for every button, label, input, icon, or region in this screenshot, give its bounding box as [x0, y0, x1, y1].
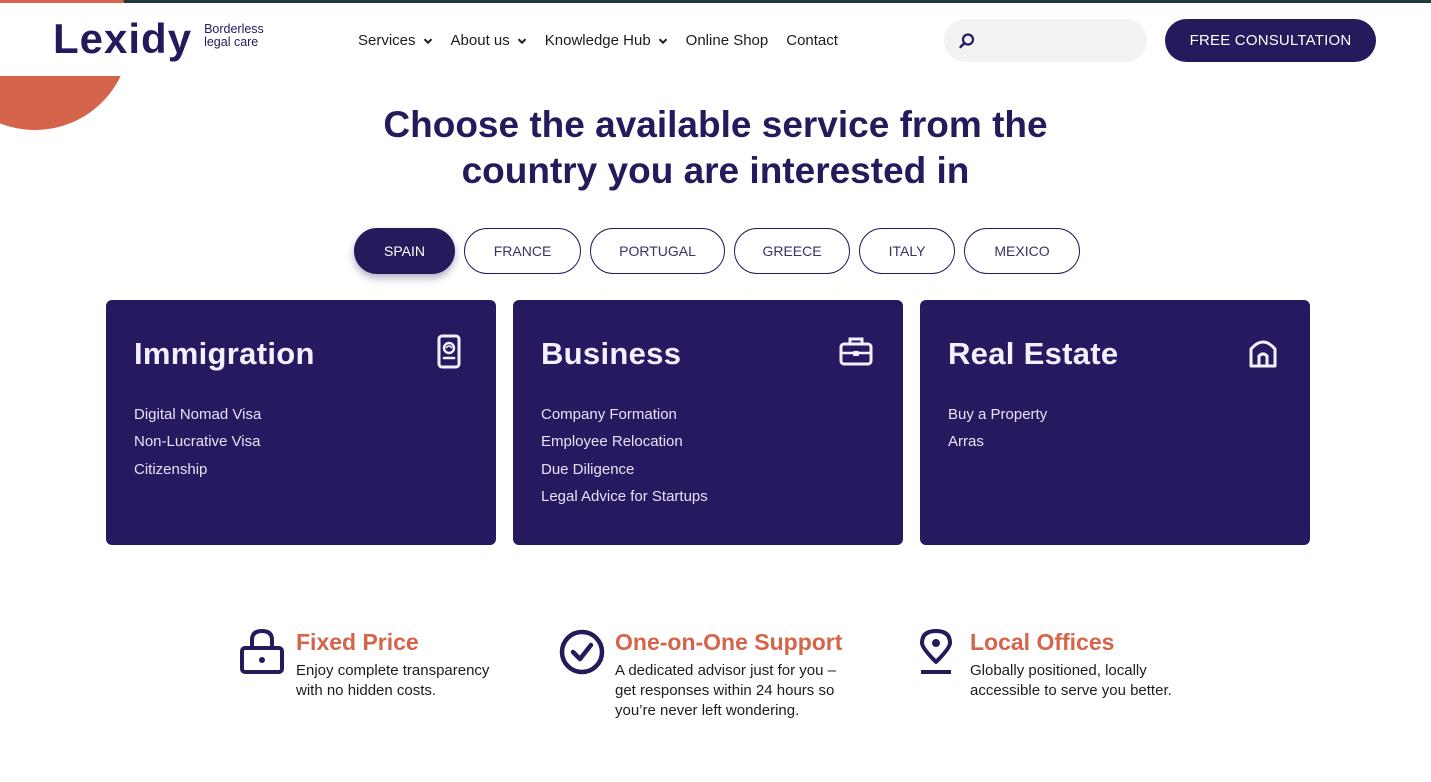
tab-mexico[interactable]: MEXICO	[964, 228, 1080, 274]
feature-text: A dedicated advisor just for you – get r…	[615, 662, 836, 719]
card-link[interactable]: Due Diligence	[541, 456, 708, 483]
card-link[interactable]: Arras	[948, 428, 1047, 455]
card-link-list: Digital Nomad Visa Non-Lucrative Visa Ci…	[134, 401, 261, 483]
card-link-list: Buy a Property Arras	[948, 401, 1047, 456]
nav-item-label: Services	[358, 32, 416, 49]
search-icon[interactable]	[958, 32, 976, 50]
logo-tagline-line2: legal care	[204, 35, 259, 49]
nav-item-knowledge-hub[interactable]: Knowledge Hub	[545, 32, 668, 49]
site-header: Lexidy Borderless legal care Services Ab…	[0, 3, 1431, 76]
card-link[interactable]: Company Formation	[541, 401, 708, 428]
nav-item-contact[interactable]: Contact	[786, 32, 838, 49]
service-card-business[interactable]: Business Company Formation Employee Relo…	[513, 300, 903, 545]
card-link[interactable]: Buy a Property	[948, 401, 1047, 428]
free-consultation-button[interactable]: FREE CONSULTATION	[1165, 19, 1376, 62]
card-title: Business	[541, 336, 682, 371]
tab-spain[interactable]: SPAIN	[354, 228, 455, 274]
tab-france[interactable]: FRANCE	[464, 228, 581, 274]
location-pin-icon	[920, 629, 952, 674]
tab-portugal[interactable]: PORTUGAL	[590, 228, 725, 274]
lock-icon	[240, 628, 284, 674]
chevron-down-icon	[517, 37, 526, 44]
card-title: Real Estate	[948, 336, 1119, 371]
feature-title: Local Offices	[970, 629, 1115, 655]
feature-local-offices: Local Offices Globally positioned, local…	[914, 628, 1195, 701]
nav-item-label: About us	[450, 32, 510, 49]
house-icon	[1249, 340, 1277, 368]
tab-italy[interactable]: ITALY	[859, 228, 955, 274]
feature-title: Fixed Price	[296, 629, 419, 655]
nav-item-about[interactable]: About us	[451, 32, 527, 49]
logo-tagline: Borderless legal care	[204, 23, 264, 49]
card-link[interactable]: Digital Nomad Visa	[134, 401, 261, 428]
card-link-list: Company Formation Employee Relocation Du…	[541, 401, 708, 510]
briefcase-icon	[839, 337, 873, 366]
logo-wordmark: Lexidy	[53, 15, 193, 62]
feature-text: Globally positioned, locally accessible …	[970, 662, 1172, 699]
search-input[interactable]	[984, 32, 1144, 49]
passport-icon	[437, 334, 461, 369]
tab-greece[interactable]: GREECE	[734, 228, 850, 274]
page-title-line2: country you are interested in	[461, 150, 970, 191]
country-tabs: SPAIN FRANCE PORTUGAL GREECE ITALY MEXIC…	[354, 228, 1089, 274]
check-circle-icon	[559, 629, 605, 675]
feature-body: Local Offices Globally positioned, local…	[970, 628, 1195, 701]
card-link[interactable]: Legal Advice for Startups	[541, 483, 708, 510]
feature-body: One-on-One Support A dedicated advisor j…	[615, 628, 855, 721]
card-link[interactable]: Non-Lucrative Visa	[134, 428, 261, 455]
feature-text: Enjoy complete transparency with no hidd…	[296, 662, 490, 699]
nav-item-services[interactable]: Services	[358, 32, 433, 49]
feature-body: Fixed Price Enjoy complete transparency …	[296, 628, 511, 701]
main-nav: Services About us Knowledge Hub Online S…	[358, 32, 856, 49]
feature-title: One-on-One Support	[615, 629, 843, 655]
card-link[interactable]: Employee Relocation	[541, 428, 708, 455]
page-title: Choose the available service from the co…	[0, 102, 1431, 194]
nav-item-label: Knowledge Hub	[544, 32, 651, 49]
search-box[interactable]	[944, 19, 1147, 62]
service-card-immigration[interactable]: Immigration Digital Nomad Visa Non-Lucra…	[106, 300, 496, 545]
nav-item-label: Online Shop	[685, 32, 769, 49]
site-logo[interactable]: Lexidy Borderless legal care	[53, 17, 264, 61]
page-title-line1: Choose the available service from the	[383, 104, 1048, 145]
service-cards: Immigration Digital Nomad Visa Non-Lucra…	[106, 300, 1327, 545]
feature-fixed-price: Fixed Price Enjoy complete transparency …	[240, 628, 511, 701]
card-title: Immigration	[134, 336, 315, 371]
feature-support: One-on-One Support A dedicated advisor j…	[559, 628, 855, 721]
chevron-down-icon	[423, 37, 432, 44]
nav-item-label: Contact	[786, 32, 838, 49]
nav-item-online-shop[interactable]: Online Shop	[686, 32, 769, 49]
service-card-real-estate[interactable]: Real Estate Buy a Property Arras	[920, 300, 1310, 545]
chevron-down-icon	[658, 37, 667, 44]
card-link[interactable]: Citizenship	[134, 456, 261, 483]
